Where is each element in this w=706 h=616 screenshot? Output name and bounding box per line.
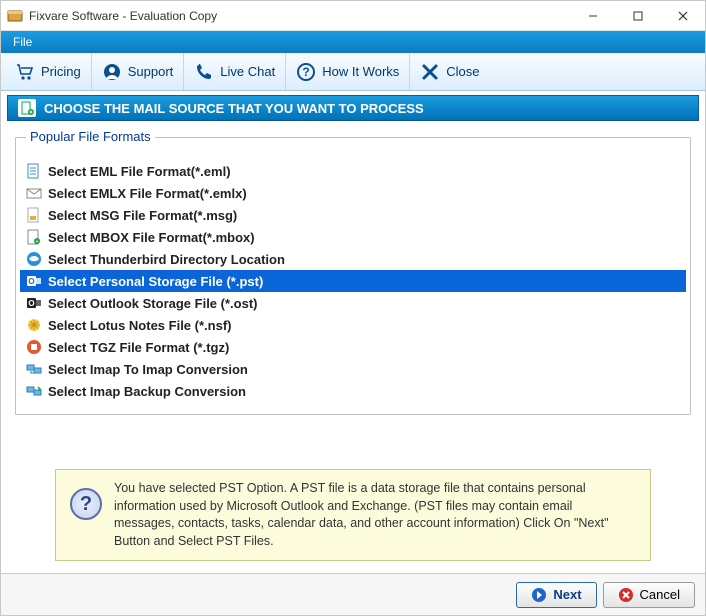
- phone-icon: [194, 62, 214, 82]
- button-label: Next: [553, 587, 581, 602]
- toolbar-label: Pricing: [41, 64, 81, 79]
- toolbar-label: Live Chat: [220, 64, 275, 79]
- format-option[interactable]: Select EMLX File Format(*.emlx): [20, 182, 686, 204]
- format-list: Select EML File Format(*.eml) Select EMLX…: [20, 160, 686, 402]
- close-window-button[interactable]: [660, 1, 705, 30]
- imap-backup-icon: [26, 383, 42, 399]
- thunderbird-icon: [26, 251, 42, 267]
- svg-text:O: O: [28, 299, 34, 308]
- format-label: Select EMLX File Format(*.emlx): [48, 186, 247, 201]
- format-option[interactable]: O Select Outlook Storage File (*.ost): [20, 292, 686, 314]
- format-option[interactable]: O Select Personal Storage File (*.pst): [20, 270, 686, 292]
- file-formats-group: Popular File Formats Select EML File For…: [15, 137, 691, 415]
- toolbar-label: How It Works: [322, 64, 399, 79]
- format-label: Select Imap To Imap Conversion: [48, 362, 248, 377]
- file-eml-icon: [26, 163, 42, 179]
- minimize-button[interactable]: [570, 1, 615, 30]
- svg-text:?: ?: [303, 65, 310, 79]
- group-legend: Popular File Formats: [26, 129, 155, 144]
- close-button[interactable]: Close: [410, 53, 489, 90]
- footer: Next Cancel: [1, 573, 705, 615]
- titlebar: Fixvare Software - Evaluation Copy: [1, 1, 705, 31]
- outlook-icon: O: [26, 273, 42, 289]
- info-panel: ? You have selected PST Option. A PST fi…: [55, 469, 651, 561]
- envelope-icon: [26, 185, 42, 201]
- format-label: Select Outlook Storage File (*.ost): [48, 296, 257, 311]
- menubar: File: [1, 31, 705, 53]
- headset-icon: [102, 62, 122, 82]
- support-button[interactable]: Support: [92, 53, 185, 90]
- document-plus-icon: [18, 99, 36, 117]
- how-it-works-button[interactable]: ? How It Works: [286, 53, 410, 90]
- toolbar-label: Close: [446, 64, 479, 79]
- svg-text:+: +: [36, 239, 39, 245]
- format-label: Select Thunderbird Directory Location: [48, 252, 285, 267]
- format-label: Select Imap Backup Conversion: [48, 384, 246, 399]
- page-header-text: CHOOSE THE MAIL SOURCE THAT YOU WANT TO …: [44, 101, 424, 116]
- file-msg-icon: [26, 207, 42, 223]
- app-icon: [7, 8, 23, 24]
- format-label: Select MBOX File Format(*.mbox): [48, 230, 255, 245]
- format-option[interactable]: Select Imap Backup Conversion: [20, 380, 686, 402]
- toolbar-label: Support: [128, 64, 174, 79]
- info-icon: ?: [70, 488, 102, 520]
- format-option[interactable]: Select Lotus Notes File (*.nsf): [20, 314, 686, 336]
- outlook-dark-icon: O: [26, 295, 42, 311]
- format-label: Select MSG File Format(*.msg): [48, 208, 237, 223]
- format-option[interactable]: Select EML File Format(*.eml): [20, 160, 686, 182]
- button-label: Cancel: [640, 587, 680, 602]
- toolbar: Pricing Support Live Chat ? How It Works…: [1, 53, 705, 91]
- format-label: Select TGZ File Format (*.tgz): [48, 340, 229, 355]
- cancel-button[interactable]: Cancel: [603, 582, 695, 608]
- cart-icon: [15, 62, 35, 82]
- page-header: CHOOSE THE MAIL SOURCE THAT YOU WANT TO …: [7, 95, 699, 121]
- format-label: Select EML File Format(*.eml): [48, 164, 231, 179]
- format-option[interactable]: Select MSG File Format(*.msg): [20, 204, 686, 226]
- format-option[interactable]: + Select MBOX File Format(*.mbox): [20, 226, 686, 248]
- close-icon: [420, 62, 440, 82]
- format-label: Select Personal Storage File (*.pst): [48, 274, 263, 289]
- format-option[interactable]: Select TGZ File Format (*.tgz): [20, 336, 686, 358]
- content-area: Popular File Formats Select EML File For…: [1, 121, 705, 573]
- svg-text:O: O: [28, 277, 34, 286]
- format-option[interactable]: Select Thunderbird Directory Location: [20, 248, 686, 270]
- question-icon: ?: [296, 62, 316, 82]
- arrow-right-icon: [531, 587, 547, 603]
- live-chat-button[interactable]: Live Chat: [184, 53, 286, 90]
- window-controls: [570, 1, 705, 30]
- next-button[interactable]: Next: [516, 582, 596, 608]
- format-label: Select Lotus Notes File (*.nsf): [48, 318, 231, 333]
- tgz-icon: [26, 339, 42, 355]
- pricing-button[interactable]: Pricing: [5, 53, 92, 90]
- format-option[interactable]: Select Imap To Imap Conversion: [20, 358, 686, 380]
- info-text: You have selected PST Option. A PST file…: [114, 480, 636, 550]
- cancel-icon: [618, 587, 634, 603]
- window-title: Fixvare Software - Evaluation Copy: [29, 9, 570, 23]
- maximize-button[interactable]: [615, 1, 660, 30]
- imap-icon: [26, 361, 42, 377]
- menu-file[interactable]: File: [5, 33, 40, 51]
- file-mbox-icon: +: [26, 229, 42, 245]
- lotus-icon: [26, 317, 42, 333]
